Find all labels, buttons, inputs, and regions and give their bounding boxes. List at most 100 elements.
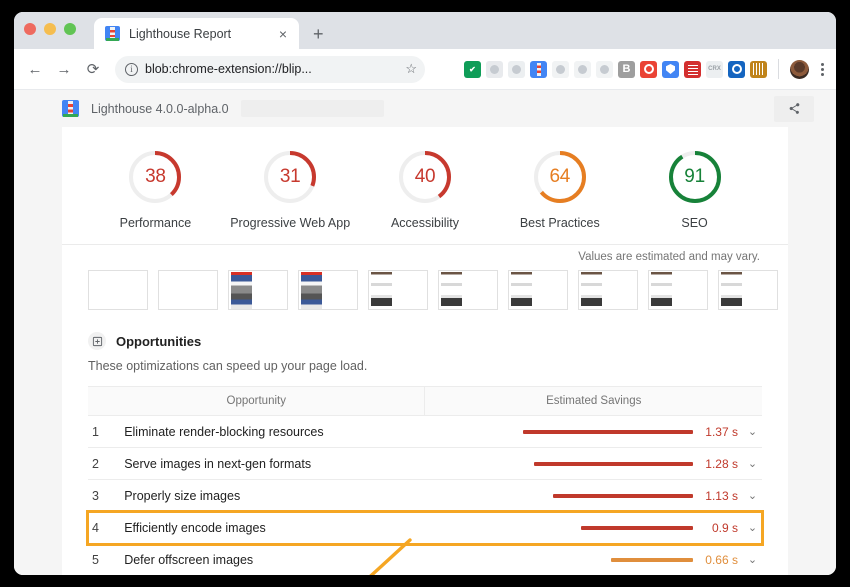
window-close-button[interactable] (24, 23, 36, 35)
smiley-extension-icon[interactable] (552, 61, 569, 78)
tab-title: Lighthouse Report (129, 27, 266, 41)
address-bar[interactable]: i blob:chrome-extension://blip... ☆ (115, 56, 425, 83)
thumbnail-page-render (441, 272, 462, 309)
tab-close-icon[interactable]: × (275, 27, 291, 41)
avatar[interactable] (790, 60, 809, 79)
opportunities-table: Opportunity Estimated Savings 1Eliminate… (88, 386, 762, 575)
forward-button[interactable]: → (51, 56, 77, 82)
lighthouse-logo-icon (62, 100, 79, 117)
opportunities-icon (88, 332, 106, 350)
table-row[interactable]: 2Serve images in next-gen formats1.28 s⌄ (88, 448, 762, 480)
filmstrip-frame-5 (368, 270, 428, 310)
score-gauge-progressive-web-app[interactable]: 31Progressive Web App (223, 149, 358, 230)
gauge-label: Accessibility (391, 216, 459, 230)
thumbnail-page-render (581, 272, 602, 309)
compass-extension-icon[interactable] (728, 61, 745, 78)
thumbnail-page-render (651, 272, 672, 309)
crx-extension-icon[interactable]: CRX (706, 61, 723, 78)
gauge-score-value: 91 (667, 149, 723, 205)
lighthouse-version-title: Lighthouse 4.0.0-alpha.0 (91, 102, 229, 116)
tab-strip: Lighthouse Report × + (14, 12, 836, 49)
column-header-opportunity: Opportunity (88, 387, 425, 416)
savings-bar (534, 462, 693, 466)
share-button[interactable] (774, 96, 814, 122)
chevron-down-icon[interactable]: ⌄ (747, 457, 758, 470)
gauge-score-value: 40 (397, 149, 453, 205)
gauge-score-value: 38 (127, 149, 183, 205)
browser-tab-lighthouse-report[interactable]: Lighthouse Report × (94, 18, 299, 49)
score-gauge-accessibility[interactable]: 40 Accessibility (358, 149, 493, 230)
filmstrip-frame-10 (718, 270, 778, 310)
window-maximize-button[interactable] (64, 23, 76, 35)
estimated-savings-cell: 1.13 s⌄ (425, 480, 762, 512)
monitor-extension-icon[interactable] (596, 61, 613, 78)
savings-bar (523, 430, 693, 434)
filmstrip-frame-2 (158, 270, 218, 310)
filmstrip-frame-7 (508, 270, 568, 310)
estimated-values-note: Values are estimated and may vary. (88, 251, 762, 263)
table-row[interactable]: 5Defer offscreen images 0.66 s ⌄ (88, 544, 762, 576)
opportunities-header: Opportunities (88, 326, 762, 359)
extension-icons: ✔ B CRX (438, 59, 828, 79)
gauge-score-value: 64 (532, 149, 588, 205)
chrome-menu-button[interactable] (821, 63, 824, 76)
table-row[interactable]: 4Efficiently encode images0.9 s⌄ (88, 512, 762, 544)
estimated-savings-cell: 0.66 s ⌄ (425, 544, 762, 576)
table-row[interactable]: 1Eliminate render-blocking resources1.37… (88, 416, 762, 448)
gauge-ring: 38 (127, 149, 183, 205)
chevron-down-icon[interactable]: ⌄ (747, 489, 758, 502)
estimated-savings-cell: 1.37 s⌄ (425, 416, 762, 448)
estimated-savings-cell: 0.9 s⌄ (425, 512, 762, 544)
chevron-down-icon[interactable]: ⌄ (747, 521, 758, 534)
thumbnail-page-render (231, 272, 252, 309)
estimated-savings-cell: 1.28 s⌄ (425, 448, 762, 480)
column-header-estimated-savings: Estimated Savings (425, 387, 762, 416)
reload-button[interactable]: ⟳ (80, 56, 106, 82)
score-gauge-seo[interactable]: 91 SEO (627, 149, 762, 230)
opportunity-name: Efficiently encode images (124, 512, 425, 544)
score-gauges: 38Performance31Progressive Web App 40 Acce… (62, 127, 788, 245)
target-extension-icon[interactable] (640, 61, 657, 78)
browser-window: Lighthouse Report × + ← → ⟳ i blob:chrom… (14, 12, 836, 575)
tag-extension-icon[interactable] (508, 61, 525, 78)
window-traffic-lights (24, 23, 76, 35)
thumbnail-page-render (721, 272, 742, 309)
lighthouse-topbar: Lighthouse 4.0.0-alpha.0 (14, 90, 836, 127)
back-button[interactable]: ← (22, 56, 48, 82)
score-gauge-performance[interactable]: 38Performance (88, 149, 223, 230)
lighthouse-extension-icon[interactable] (530, 61, 547, 78)
bookmark-star-icon[interactable]: ☆ (405, 61, 417, 77)
row-index: 3 (88, 480, 124, 512)
chevron-down-icon[interactable]: ⌄ (747, 425, 758, 438)
savings-value: 0.66 s (702, 553, 738, 567)
filmstrip-frame-4 (298, 270, 358, 310)
ghost-extension-icon[interactable] (486, 61, 503, 78)
row-index: 4 (88, 512, 124, 544)
site-info-icon[interactable]: i (125, 63, 138, 76)
globe-extension-icon[interactable] (574, 61, 591, 78)
bold-b-extension-icon[interactable]: B (618, 61, 635, 78)
gauge-score-value: 31 (262, 149, 318, 205)
shield-extension-icon[interactable] (662, 61, 679, 78)
opportunity-name: Defer offscreen images (124, 544, 425, 576)
checkmark-extension-icon[interactable]: ✔ (464, 61, 481, 78)
window-minimize-button[interactable] (44, 23, 56, 35)
opportunities-header-row: Opportunity Estimated Savings (88, 387, 762, 416)
share-icon (788, 102, 801, 115)
lighthouse-report-container: 38Performance31Progressive Web App 40 Acce… (62, 127, 788, 575)
filmstrip-frame-9 (648, 270, 708, 310)
calculator-extension-icon[interactable] (684, 61, 701, 78)
new-tab-button[interactable]: + (313, 25, 324, 43)
filmstrip-frame-1 (88, 270, 148, 310)
table-row[interactable]: 3Properly size images1.13 s⌄ (88, 480, 762, 512)
opportunities-section: Opportunities These optimizations can sp… (62, 326, 788, 575)
score-gauge-best-practices[interactable]: 64Best Practices (492, 149, 627, 230)
book-extension-icon[interactable] (750, 61, 767, 78)
toolbar-divider (778, 59, 779, 79)
savings-bar (553, 494, 693, 498)
gauge-label: SEO (681, 216, 707, 230)
row-index: 5 (88, 544, 124, 576)
chevron-down-icon[interactable]: ⌄ (747, 553, 758, 566)
thumbnail-page-render (371, 272, 392, 309)
gauge-ring: 40 (397, 149, 453, 205)
